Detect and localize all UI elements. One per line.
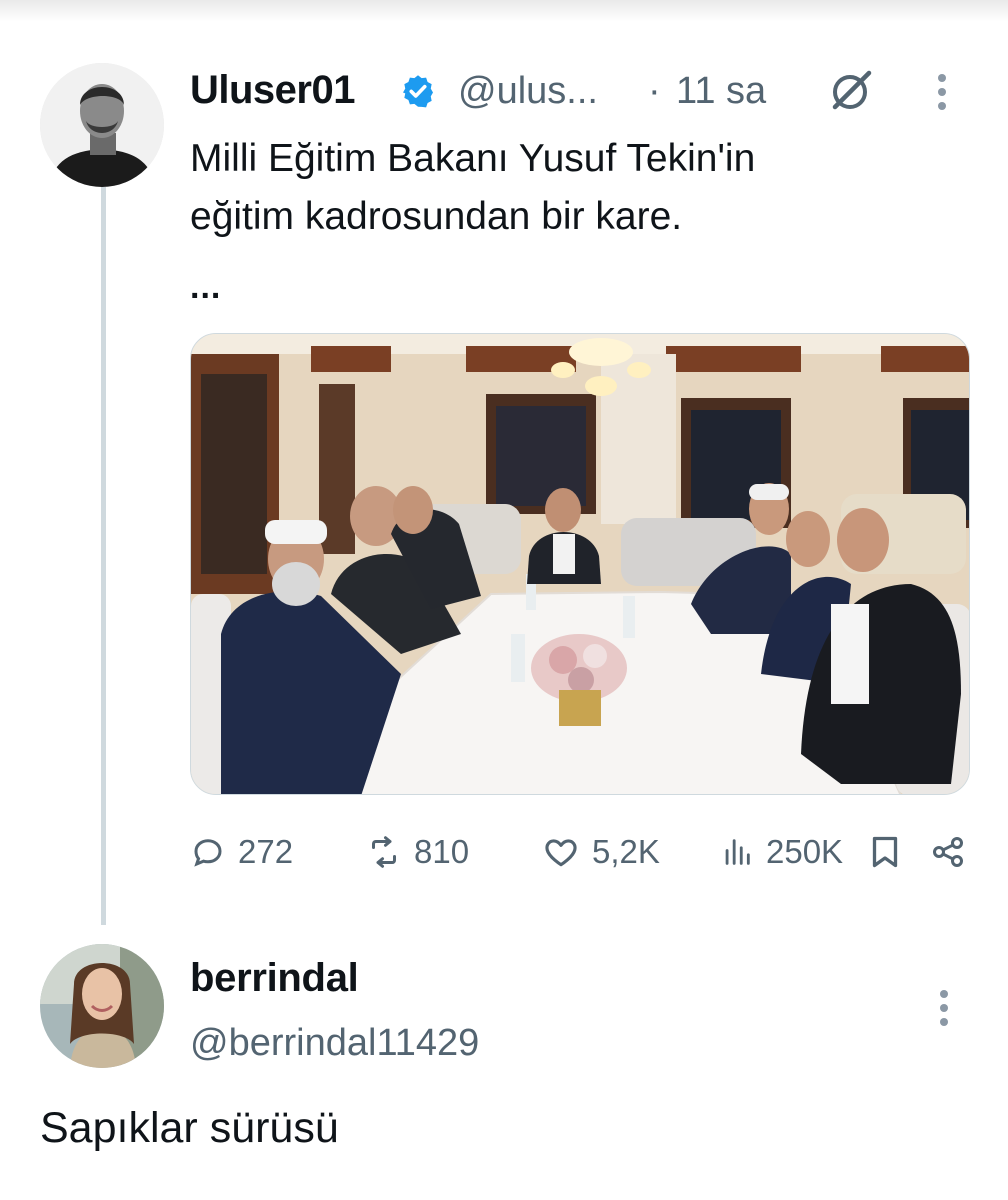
reply-author-handle[interactable]: @berrindal11429	[190, 1022, 479, 1065]
like-count: 5,2K	[592, 833, 660, 870]
reply-button[interactable]: 272	[190, 828, 293, 876]
reply-author-avatar[interactable]	[40, 944, 164, 1068]
share-icon	[933, 837, 963, 867]
author-avatar[interactable]	[40, 63, 164, 187]
tweet-header: Uluser01 @ulus... · 11 sa	[190, 62, 980, 122]
share-button[interactable]	[930, 828, 978, 876]
views-count: 250K	[766, 833, 844, 870]
retweet-count: 810	[414, 833, 470, 870]
views-chart-icon	[725, 839, 750, 865]
bookmark-button[interactable]	[870, 828, 912, 876]
user-avatar-icon	[40, 63, 164, 187]
reply-count: 272	[238, 833, 294, 870]
author-display-name[interactable]: Uluser01	[190, 68, 355, 113]
views-button[interactable]: 250K	[720, 828, 843, 876]
tweet-actions: 272 810 5,2K 250K	[190, 828, 970, 876]
user-avatar-icon	[40, 944, 164, 1068]
tweet-media-photo[interactable]	[190, 333, 970, 795]
tweet-time[interactable]: 11 sa	[676, 70, 766, 113]
like-button[interactable]: 5,2K	[542, 828, 660, 876]
reply-text: Sapıklar sürüsü	[40, 1104, 339, 1152]
more-vertical-icon[interactable]	[934, 986, 954, 1030]
separator-dot: ·	[648, 70, 661, 112]
reply-bubble-icon	[194, 839, 222, 867]
verified-badge-icon	[403, 75, 433, 108]
top-edge	[0, 0, 1008, 22]
thread-line	[101, 187, 106, 925]
retweet-button[interactable]: 810	[366, 828, 469, 876]
tweet-text: Milli Eğitim Bakanı Yusuf Tekin'in eğiti…	[190, 137, 756, 238]
show-more-ellipsis[interactable]: ...	[190, 268, 221, 307]
retweet-icon	[372, 836, 396, 868]
bookmark-icon	[872, 836, 898, 868]
reply-author-display-name[interactable]: berrindal	[190, 956, 359, 1001]
photo-meeting-table	[191, 334, 969, 794]
more-vertical-icon[interactable]	[932, 70, 952, 114]
grok-icon[interactable]	[827, 67, 875, 115]
heart-icon	[545, 839, 577, 867]
author-handle[interactable]: @ulus...	[458, 70, 598, 113]
